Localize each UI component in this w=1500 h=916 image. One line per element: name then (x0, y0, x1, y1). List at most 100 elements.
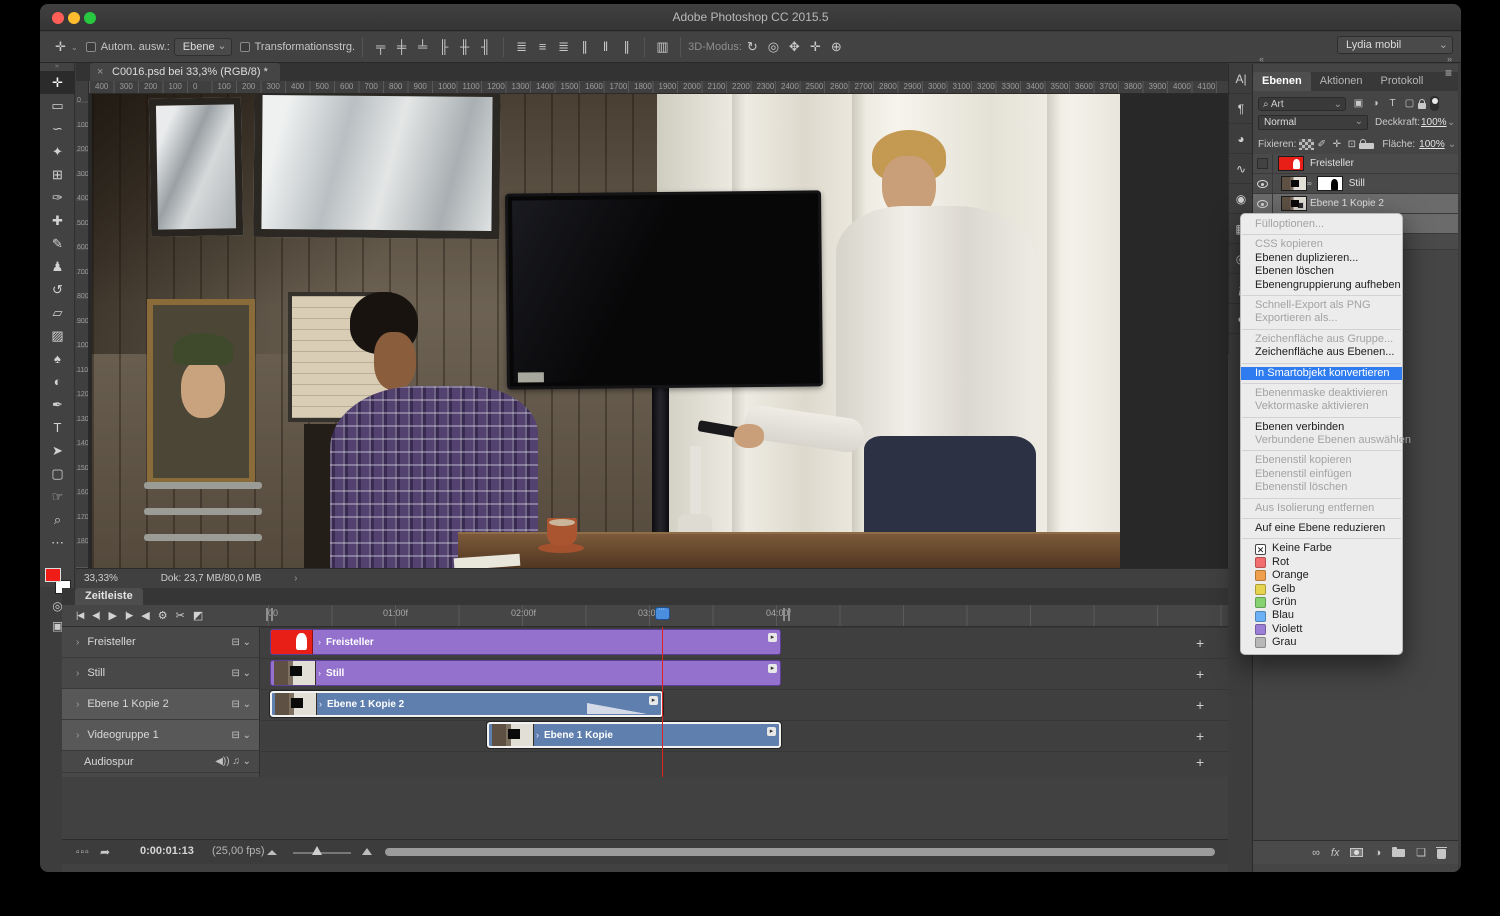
lock-all-icon[interactable] (1359, 143, 1374, 149)
tool-pen-tool[interactable]: ✒ (40, 393, 75, 416)
tool-history-brush-tool[interactable]: ↺ (40, 278, 75, 301)
track-header[interactable]: Audiospur◀)) ♫ ⌄ (62, 751, 259, 773)
workspace-dropdown[interactable]: Lydia mobil (1337, 36, 1453, 54)
minimize-window-button[interactable] (68, 12, 80, 24)
adjustment-layer-icon[interactable]: ◑ (1374, 847, 1381, 859)
expand-panels-icon[interactable]: » (1447, 54, 1452, 64)
menu-item[interactable]: Gelb (1241, 583, 1402, 596)
align-hcenter-icon[interactable]: ╫ (454, 37, 475, 57)
menu-item[interactable]: Schnell-Export als PNG (1241, 299, 1402, 312)
layer-row[interactable]: Ebene 1 Kopie 2 (1253, 194, 1458, 214)
tool-hand-tool[interactable]: ☞ (40, 485, 75, 508)
fill-value[interactable]: 100% (1419, 139, 1445, 150)
menu-item[interactable]: Ebenengruppierung aufheben (1241, 279, 1402, 292)
layer-row[interactable]: ∞Still (1253, 174, 1458, 194)
clip-menu-badge[interactable]: ▸ (767, 727, 776, 736)
track-chevron-icon[interactable]: › (76, 637, 79, 648)
menu-item[interactable]: Grau (1241, 636, 1402, 649)
close-window-button[interactable] (52, 12, 64, 24)
lock-transparent-icon[interactable] (1299, 139, 1314, 150)
audio-track-icons[interactable]: ◀)) ♫ ⌄ (215, 756, 251, 767)
transition-button[interactable]: ◩ (193, 609, 202, 622)
tool-crop-tool[interactable]: ⊞ (40, 163, 75, 186)
track-chevron-icon[interactable]: › (76, 730, 79, 741)
clip-chevron-icon[interactable]: › (318, 668, 321, 678)
zoom-out-icon[interactable] (267, 850, 277, 855)
timeline-tab[interactable]: Zeitleiste (75, 588, 143, 605)
layer-mask-thumbnail[interactable] (1317, 176, 1343, 191)
timeline-ruler[interactable]: 0001:00f02:00f03:00f04:00f (262, 605, 1228, 627)
collapse-tools-icon[interactable]: » (40, 63, 74, 71)
menu-item[interactable]: Fülloptionen... (1241, 218, 1402, 231)
tool-healing-brush-tool[interactable]: ✚ (40, 209, 75, 232)
timeline-clip[interactable]: ›Ebene 1 Kopie 2▸ (270, 691, 663, 717)
lock-position-icon[interactable]: ✛ (1329, 139, 1344, 150)
3d-slide-icon[interactable]: ✛ (805, 37, 826, 57)
align-vcenter-icon[interactable]: ╪ (391, 37, 412, 57)
playhead[interactable] (655, 607, 670, 620)
dist-bottom-icon[interactable]: ≣ (553, 37, 574, 57)
timeline-scrollbar[interactable] (385, 848, 1215, 856)
dist-hcenter-icon[interactable]: ‖ (595, 37, 616, 57)
tool-lasso-tool[interactable]: ∽ (40, 117, 75, 140)
filter-adjustment-layers-icon[interactable]: ◑ (1367, 98, 1384, 109)
delete-layer-icon[interactable] (1437, 847, 1446, 859)
tool-eraser-tool[interactable]: ▱ (40, 301, 75, 324)
lock-pixels-icon[interactable]: ✐ (1314, 139, 1329, 150)
auto-select-checkbox[interactable] (86, 42, 96, 52)
visibility-cell[interactable] (1253, 174, 1273, 193)
tool-path-selection-tool[interactable]: ➤ (40, 439, 75, 462)
track-settings-icons[interactable]: ⊟ ⌄ (231, 699, 251, 710)
visibility-off-box[interactable] (1257, 158, 1268, 169)
new-layer-icon[interactable]: ❏ (1416, 846, 1426, 859)
document-size[interactable]: Dok: 23,7 MB/80,0 MB (161, 573, 262, 584)
blend-mode-dropdown[interactable]: Normal (1258, 115, 1368, 130)
add-media-button[interactable]: + (1196, 635, 1204, 651)
tool-clone-stamp-tool[interactable]: ♟ (40, 255, 75, 278)
collapse-panels-icon[interactable]: « (1259, 54, 1264, 64)
tool-brush-tool[interactable]: ✎ (40, 232, 75, 255)
new-group-icon[interactable] (1392, 849, 1405, 857)
status-chevron-icon[interactable]: › (294, 573, 297, 584)
play-button[interactable]: ▶ (109, 609, 116, 622)
dist-left-icon[interactable]: ∥ (574, 37, 595, 57)
3d-roll-icon[interactable]: ◎ (763, 37, 784, 57)
filter-shape-layers-icon[interactable]: ▢ (1401, 98, 1418, 109)
next-frame-button[interactable]: |▶ (125, 610, 132, 621)
export-arrow-icon[interactable]: ➦ (100, 845, 110, 859)
panel-menu-icon[interactable]: ≡ (1445, 66, 1452, 80)
menu-item[interactable]: Orange (1241, 569, 1402, 582)
character-panel-icon[interactable]: A| (1229, 64, 1253, 94)
3d-drag-icon[interactable]: ✥ (784, 37, 805, 57)
layer-style-icon[interactable]: fx (1331, 847, 1340, 859)
timeline-clip[interactable]: ›Still▸ (270, 660, 781, 686)
menu-item[interactable]: Ebenenstil kopieren (1241, 454, 1402, 467)
zoom-level[interactable]: 33,33% (84, 573, 118, 584)
filter-type-layers-icon[interactable]: T (1384, 98, 1401, 109)
align-top-icon[interactable]: ╤ (370, 37, 391, 57)
clip-chevron-icon[interactable]: › (319, 699, 322, 709)
track-settings-icons[interactable]: ⊟ ⌄ (231, 637, 251, 648)
tab-aktionen[interactable]: Aktionen (1311, 72, 1372, 91)
render-video-icon[interactable]: ▫▫▫ (76, 847, 90, 858)
tool-gradient-tool[interactable]: ▨ (40, 324, 75, 347)
track-header[interactable]: ›Ebene 1 Kopie 2⊟ ⌄ (62, 689, 259, 720)
add-media-button[interactable]: + (1196, 754, 1204, 770)
tool-preset-icon[interactable]: ✛ (50, 37, 71, 57)
menu-item[interactable]: Auf eine Ebene reduzieren (1241, 522, 1402, 535)
align-right-icon[interactable]: ╢ (475, 37, 496, 57)
menu-item[interactable]: Ebenenstil löschen (1241, 481, 1402, 494)
link-layers-icon[interactable]: ∞ (1312, 847, 1320, 859)
vertical-ruler[interactable]: 0100200300400500600700800900100011001200… (76, 81, 89, 568)
align-left-icon[interactable]: ╟ (433, 37, 454, 57)
track-header[interactable]: ›Freisteller⊟ ⌄ (62, 627, 259, 658)
audio-mute-button[interactable]: ◀ (141, 609, 148, 622)
swatches-panel-icon[interactable]: ◉ (1229, 184, 1253, 214)
paragraph-panel-icon[interactable]: ¶ (1229, 94, 1253, 124)
timeline-zoom-thumb[interactable] (312, 846, 322, 855)
color-themes-panel-icon[interactable]: ◕ (1229, 124, 1253, 154)
track-chevron-icon[interactable]: › (76, 699, 79, 710)
lock-artboard-icon[interactable]: ⊡ (1344, 139, 1359, 150)
tool-marquee-tool[interactable]: ▭ (40, 94, 75, 117)
timeline-settings-button[interactable]: ⚙ (158, 609, 167, 622)
